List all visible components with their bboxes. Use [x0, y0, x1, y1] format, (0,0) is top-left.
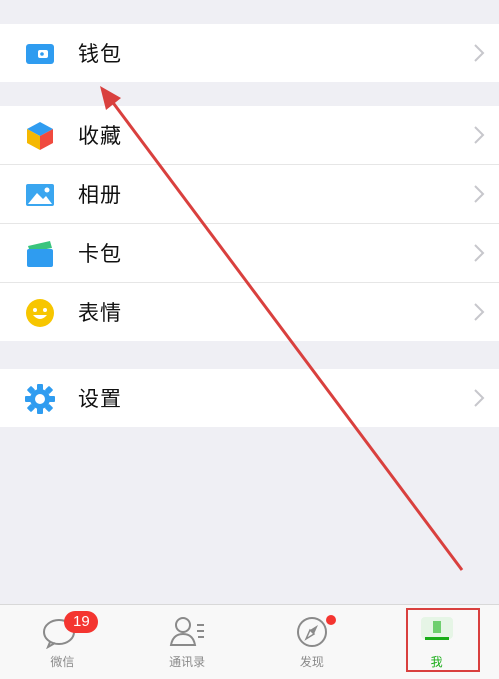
annotation-arrow	[100, 86, 464, 571]
